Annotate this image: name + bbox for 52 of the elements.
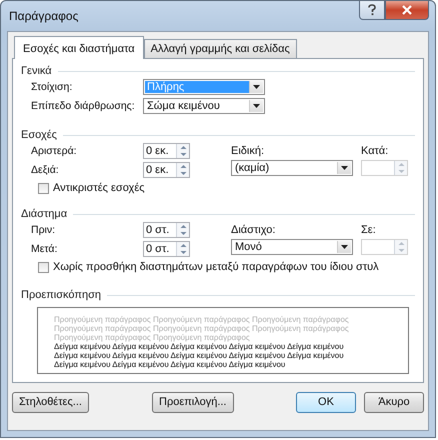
caret-icon [341,166,348,170]
field-label: Αριστερά: [31,144,78,156]
tab[interactable]: Αλλαγή γραμμής και σελίδας [144,39,297,58]
section-heading: Διάστημα [21,208,68,220]
default-button[interactable]: Προεπιλογή... [152,392,234,412]
section-heading: Εσοχές [21,129,57,141]
spin-arrows-icon [396,240,406,254]
field-label: Επίπεδο διάρθρωσης: [31,100,136,112]
spin-arrows-icon [396,161,406,175]
caret-icon [253,84,260,88]
help-button[interactable] [359,1,385,20]
field-label: Πριν: [31,224,56,236]
window-title: Παράγραφος [9,9,78,23]
field-label: Στοίχιση: [31,80,74,92]
tab[interactable]: Εσοχές και διαστήματα [14,36,144,59]
question-icon [367,4,377,16]
spinner-field[interactable]: 0 εκ. [143,162,190,178]
field-label: Κατά: [361,145,388,157]
section-heading: Προεπισκόπηση [21,289,101,301]
close-icon [402,5,412,15]
field-label: Σε: [361,224,376,236]
field-label: Ειδική: [231,145,266,157]
preview-text: Δείγμα κειμένου Δείγμα κειμένου Δείγμα κειμένου Δείγμα κειμένου Δείγμα κειμένου [54,351,345,360]
field-label: Διάστιχο: [231,224,276,236]
tabs-button[interactable]: Στηλοθέτες... [12,392,89,412]
preview-text: Δείγμα κειμένου Δείγμα κειμένου Δείγμα κειμένου Δείγμα κειμένου Δείγμα κειμένου [54,342,345,351]
caret-icon [341,245,348,249]
preview-text: Δείγμα κειμένου Δείγμα κειμένου Δείγμα κειμένου Δείγμα κειμένου [54,360,286,369]
spinner-field[interactable]: 0 στ. [143,222,190,238]
spin-arrows-icon [178,242,188,256]
dropdown[interactable]: Σώμα κειμένου [143,98,265,114]
checkbox[interactable] [38,182,49,194]
spinner-field[interactable]: 0 στ. [143,240,190,256]
cancel-button[interactable]: Άκυρο [364,392,424,412]
field-label: Δεξιά: [31,164,60,176]
spinner-field[interactable]: 0 εκ. [143,142,190,158]
preview-text: Προηγούμενη παράγραφος Προηγούμενη παράγραφος Προηγούμενη παράγραφος [54,324,350,333]
caret-icon [253,104,260,108]
ok-button[interactable]: OK [296,392,356,412]
spin-arrows-icon [178,144,188,158]
spin-arrows-icon [178,222,188,236]
checkbox-label: Αντικριστές εσοχές [53,182,145,194]
spin-arrows-icon [178,162,188,176]
checkbox[interactable] [38,262,49,272]
checkbox-label: Χωρίς προσθήκη διαστημάτων μεταξύ παραγράφων του ίδιου στυλ [53,261,379,273]
close-button[interactable] [385,1,429,20]
preview-text: Προηγούμενη παράγραφος Προηγούμενη παράγραφος [54,333,251,342]
section-heading: Γενικά [21,65,52,77]
dropdown[interactable]: Μονό [231,239,353,255]
field-label: Μετά: [31,242,58,254]
preview-text: Προηγούμενη παράγραφος Προηγούμενη παράγραφος Προηγούμενη παράγραφος [54,315,350,324]
dropdown[interactable]: (καμία) [231,160,353,176]
